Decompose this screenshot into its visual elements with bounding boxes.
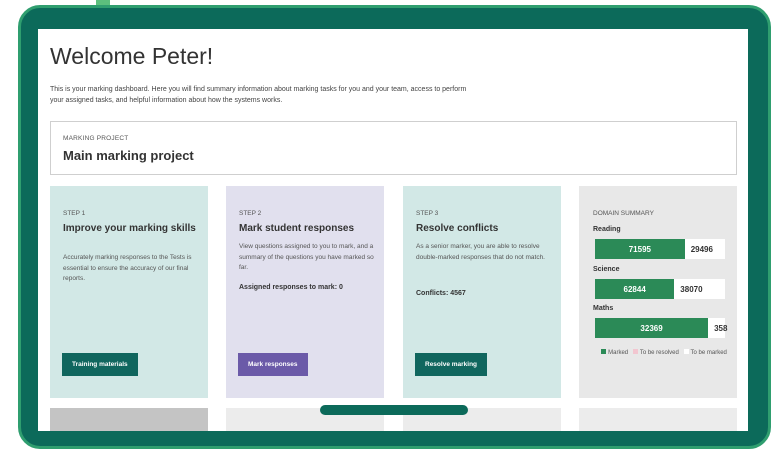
lower-card [50,408,208,431]
step-label: STEP 2 [239,210,262,217]
bar-marked-segment: 62844 [595,279,675,299]
conflicts-count: Conflicts: 4567 [416,290,466,297]
step-label: STEP 1 [63,210,86,217]
legend-swatch-marked [601,349,607,354]
assigned-responses-count: Assigned responses to mark: 0 [239,284,343,291]
card-description: As a senior marker, you are able to reso… [416,243,545,261]
bar-marked-value: 32369 [640,324,663,333]
bar-marked-segment: 71595 [595,239,685,259]
bar-marked-value: 71595 [628,245,651,254]
legend-swatch-to-be-marked [683,349,689,354]
domain-bar-maths: 32369 358 [595,318,728,338]
page-title: Welcome Peter! [50,43,214,69]
domain-summary-card: DOMAIN SUMMARY Reading 71595 29496 Scien… [579,186,737,398]
card-title: Mark student responses [239,223,355,234]
domain-legend: Marked To be resolved To be marked [599,348,729,358]
card-title: Improve your marking skills [63,223,196,234]
card-title: Resolve conflicts [416,223,499,234]
card-description: View questions assigned to you to mark, … [239,243,374,271]
legend-to-be-marked-label: To be marked [690,350,727,356]
step-card-mark-responses: STEP 2 Mark student responses View quest… [226,186,384,398]
project-name: Main marking project [63,148,194,163]
bar-to-be-marked-value: 29496 [690,245,713,254]
domain-label-reading: Reading [593,226,621,233]
training-materials-button[interactable]: Training materials [62,353,138,376]
scroll-indicator[interactable] [320,405,468,415]
legend-marked-label: Marked [608,350,629,356]
lower-card [579,408,737,431]
domain-summary-title: DOMAIN SUMMARY [593,210,654,217]
step-label: STEP 3 [416,210,439,217]
bar-to-be-marked-value: 38070 [680,285,703,294]
dashboard-screen: Welcome Peter! This is your marking dash… [38,29,748,431]
mark-responses-button[interactable]: Mark responses [238,353,308,376]
project-kicker: MARKING PROJECT [63,135,129,142]
domain-bar-reading: 71595 29496 [595,239,725,259]
bar-to-be-marked-value: 358 [714,324,728,333]
step-card-resolve-conflicts: STEP 3 Resolve conflicts As a senior mar… [403,186,561,398]
domain-label-science: Science [593,266,620,273]
bar-marked-value: 62844 [623,285,646,294]
step-card-training: STEP 1 Improve your marking skills Accur… [50,186,208,398]
domain-label-maths: Maths [593,305,614,312]
resolve-marking-button[interactable]: Resolve marking [415,353,488,376]
card-description: Accurately marking responses to the Test… [63,254,192,282]
domain-bar-science: 62844 38070 [595,279,725,299]
intro-text: This is your marking dashboard. Here you… [50,86,467,104]
legend-swatch-to-be-resolved [632,349,638,354]
legend-to-be-resolved-label: To be resolved [639,350,679,356]
marking-project-panel: MARKING PROJECT Main marking project [50,121,737,175]
bar-marked-segment: 32369 [595,318,709,338]
